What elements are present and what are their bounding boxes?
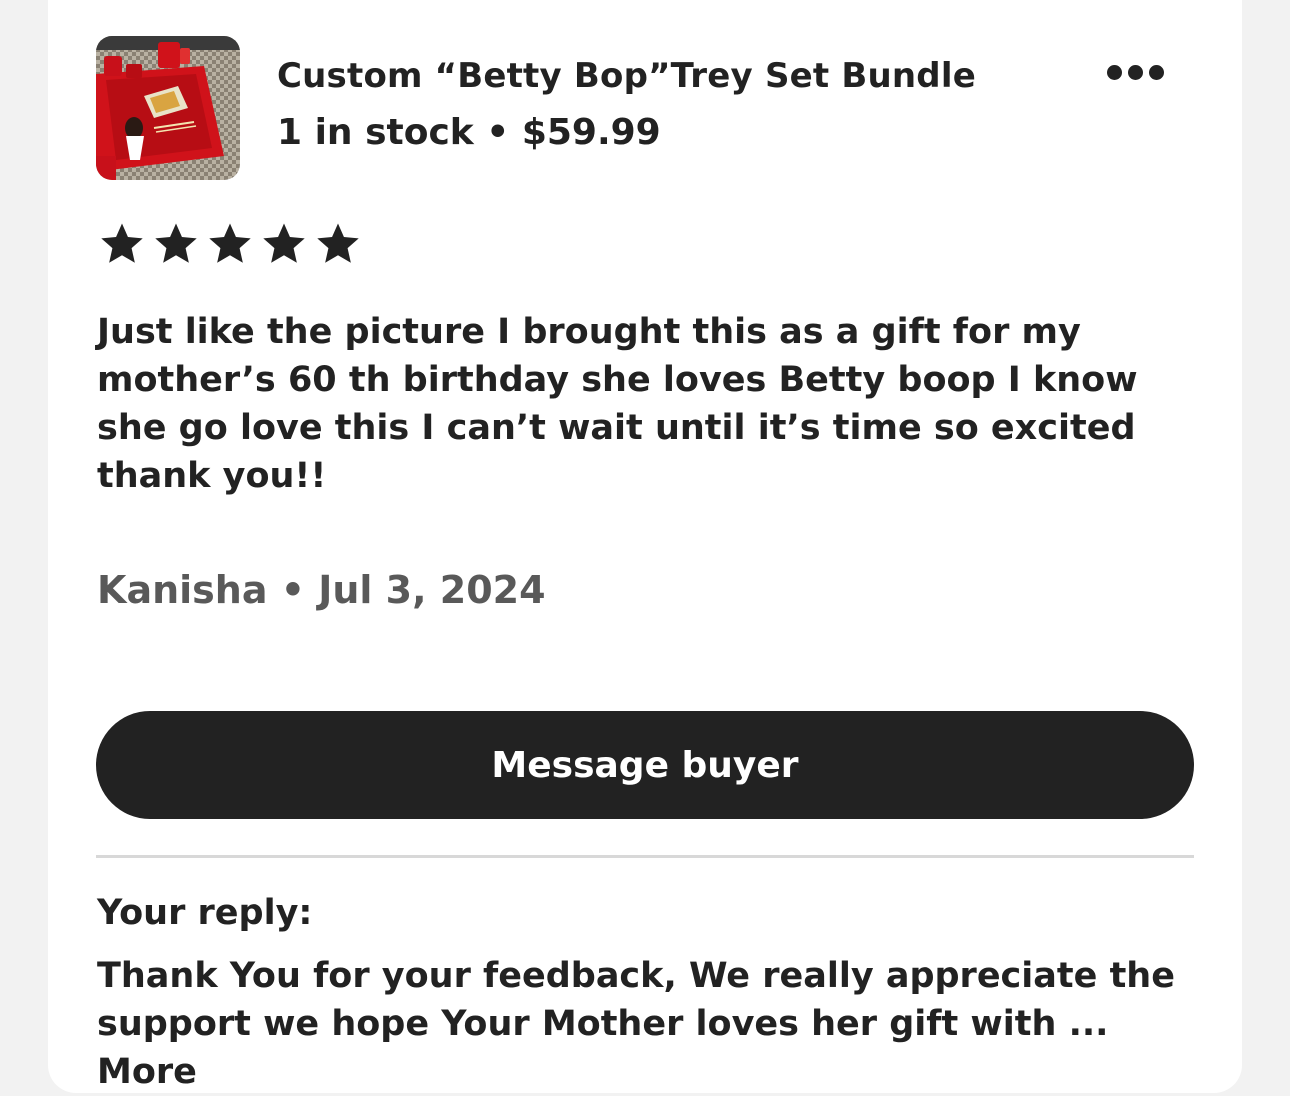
reply-text: Thank You for your feedback, We really a…: [97, 956, 1175, 1044]
dot: [1148, 64, 1164, 80]
star-icon: [101, 223, 143, 263]
more-options-icon[interactable]: [1098, 56, 1172, 88]
review-meta: Kanisha • Jul 3, 2024: [97, 568, 546, 612]
listing-title[interactable]: Custom “Betty Bop”Trey Set Bundle: [277, 56, 976, 96]
star-icon: [263, 223, 305, 263]
review-text: Just like the picture I brought this as …: [97, 312, 1138, 496]
separator: •: [473, 112, 522, 153]
tray-set-photo-icon: [96, 36, 240, 180]
reply-body: Thank You for your feedback, We really a…: [97, 952, 1197, 1096]
dot: [1127, 64, 1143, 80]
review-author: Kanisha: [97, 568, 268, 612]
product-thumbnail[interactable]: [96, 36, 240, 180]
separator: •: [267, 568, 319, 612]
message-buyer-button[interactable]: Message buyer: [96, 711, 1194, 819]
star-rating: [99, 220, 361, 266]
divider: [96, 855, 1194, 858]
stock-and-price: 1 in stock • $59.99: [277, 112, 661, 153]
reply-label: Your reply:: [97, 893, 313, 933]
price: $59.99: [521, 112, 661, 153]
star-icon: [209, 223, 251, 263]
review-date: Jul 3, 2024: [318, 568, 546, 612]
dot: [1106, 64, 1122, 80]
more-link[interactable]: More: [97, 1052, 197, 1092]
star-icon: [317, 223, 359, 263]
star-icon: [155, 223, 197, 263]
stock-count: 1 in stock: [277, 112, 474, 153]
